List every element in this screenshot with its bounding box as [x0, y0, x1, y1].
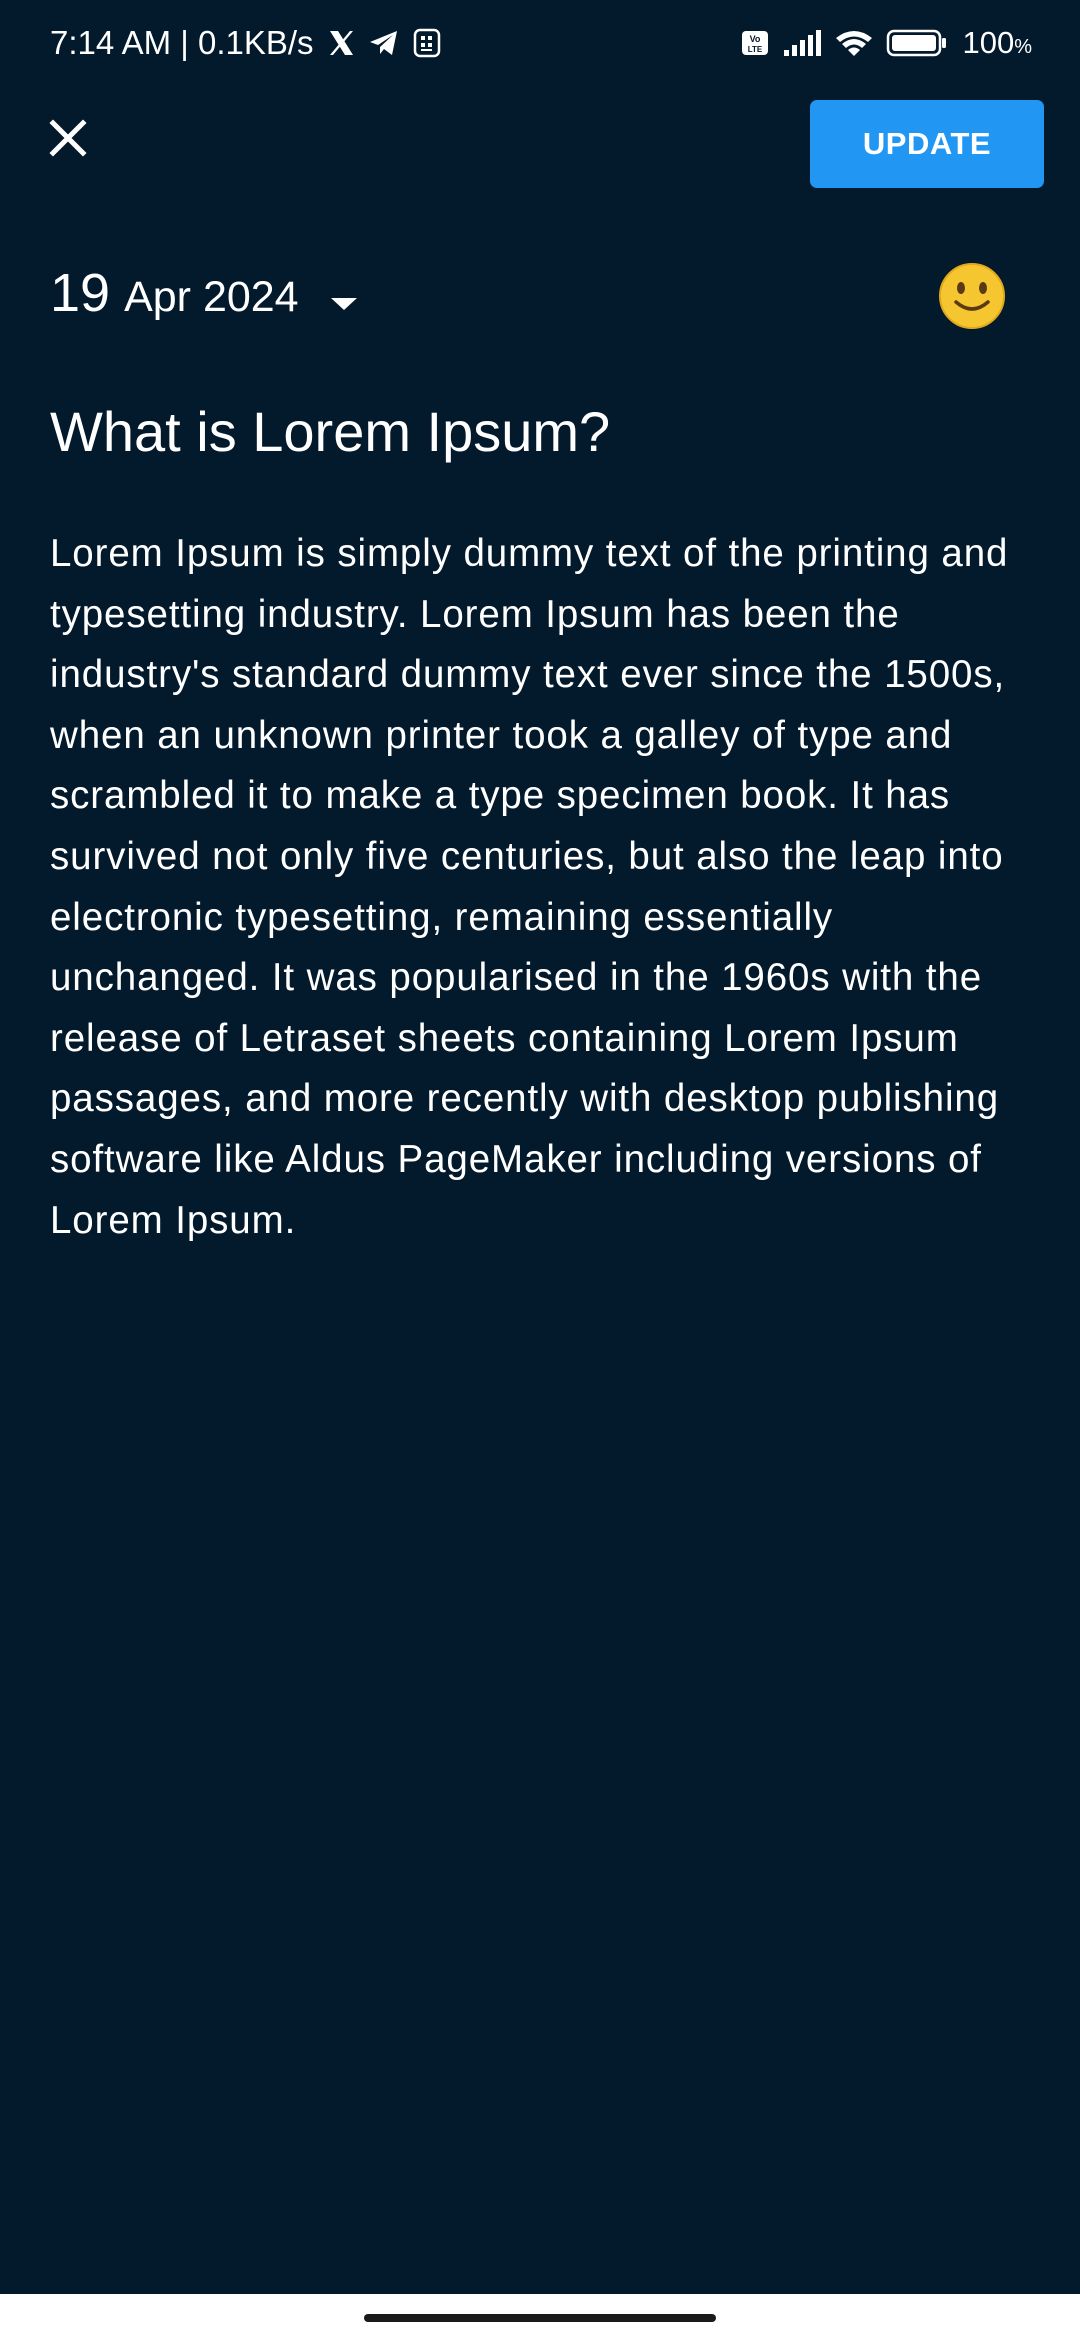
date-day: 19 [50, 263, 111, 323]
status-right: Vo LTE 100% [740, 25, 1032, 61]
svg-text:Vo: Vo [750, 34, 761, 44]
telegram-icon [368, 28, 400, 58]
svg-text:LTE: LTE [748, 45, 763, 54]
status-left: 7:14 AM | 0.1KB/s [50, 24, 442, 62]
x-icon [326, 28, 356, 58]
close-button[interactable] [40, 112, 96, 168]
date-month-year: Apr 2024 [124, 273, 299, 321]
wifi-icon [834, 28, 874, 58]
battery-percentage: 100% [962, 25, 1032, 60]
chevron-down-icon[interactable] [329, 296, 359, 312]
entry-title[interactable]: What is Lorem Ipsum? [50, 396, 610, 468]
battery-icon [886, 28, 948, 58]
home-indicator[interactable] [364, 2314, 716, 2322]
status-bar: 7:14 AM | 0.1KB/s Vo LTE 100% [0, 0, 1080, 86]
slightly-smiling-face-icon [939, 263, 1005, 329]
date-picker[interactable]: 19 Apr 2024 [50, 262, 359, 324]
app-notification-icon [412, 27, 442, 59]
close-icon [48, 118, 88, 163]
entry-body[interactable]: Lorem Ipsum is simply dummy text of the … [50, 524, 1035, 1251]
volte-icon: Vo LTE [740, 28, 770, 58]
status-time: 7:14 AM | 0.1KB/s [50, 24, 314, 61]
update-button[interactable]: UPDATE [810, 100, 1044, 188]
mood-icon[interactable] [938, 262, 1006, 330]
signal-icon [782, 28, 822, 58]
